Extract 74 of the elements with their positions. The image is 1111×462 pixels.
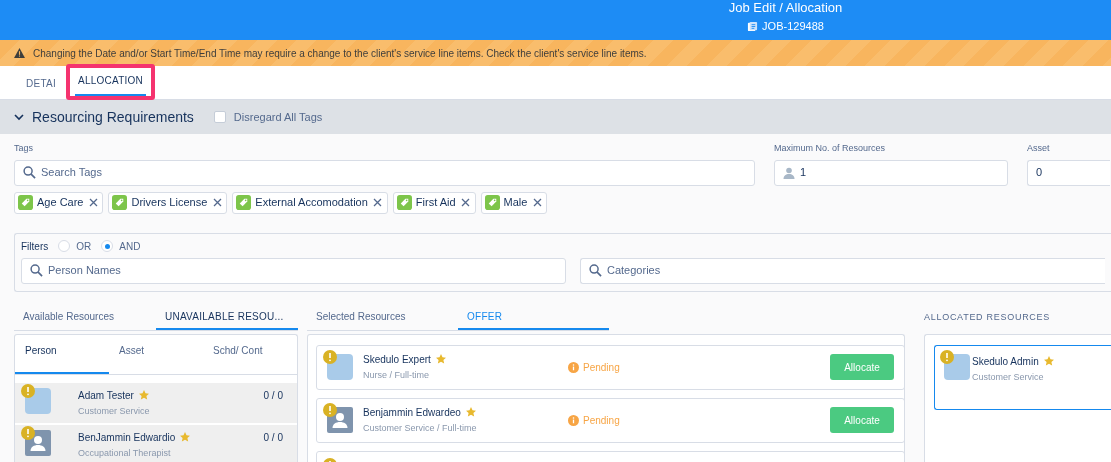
tab[interactable]: Available Resources (14, 304, 156, 330)
tab[interactable]: Asset (109, 334, 203, 374)
resource-name: Skedulo Admin (972, 354, 1039, 369)
tab[interactable]: ALLOCATION (74, 66, 147, 96)
tab[interactable]: Schd/ Cont (203, 334, 297, 374)
status-text: Pending (583, 413, 620, 428)
close-icon (461, 198, 471, 207)
radio-button[interactable] (58, 240, 71, 252)
tab[interactable]: OFFER (458, 304, 609, 330)
tag-pill: Male (480, 191, 548, 214)
tab[interactable]: UNAVAILABLE RESOU... (156, 304, 298, 330)
section-heading: ALLOCATED RESOURCES (924, 310, 1051, 324)
remove-icon[interactable] (371, 196, 384, 209)
warning-text: Changing the Date and/or Start Time/End Time may require a change to the client's service line items. Check the client's service line items. (33, 46, 647, 61)
warning-icon (14, 48, 25, 58)
tag-icon (236, 195, 252, 210)
resource-role: Occupational Therapist (78, 446, 172, 460)
close-icon (212, 198, 222, 207)
resource-name: BenJammin Edwardio (78, 430, 176, 445)
field-label: Maximum No. of Resources (774, 142, 887, 155)
tag-pill: Drivers License (108, 191, 228, 214)
remove-icon[interactable] (211, 196, 224, 209)
page-title: Job Edit / Allocation (728, 0, 843, 16)
resource-role: Customer Service (972, 370, 1045, 384)
resource-name: Benjammin Edwardeo (363, 405, 461, 420)
tag-pill: Age Care (14, 191, 104, 214)
tag-icon (112, 195, 128, 210)
job-icon (747, 20, 759, 32)
remove-icon[interactable] (87, 196, 100, 209)
remove-icon[interactable] (459, 196, 472, 209)
tag-icon (18, 195, 33, 210)
search-field[interactable]: Categories (580, 257, 1105, 284)
field-label: Tags (14, 142, 34, 155)
search-icon (23, 166, 36, 179)
resource-count: 0 / 0 (263, 430, 283, 445)
tag-pill: First Aid (392, 191, 476, 214)
checkbox-label: Disregard All Tags (233, 109, 323, 125)
resource-detail: Nurse / Full-time (363, 368, 430, 382)
search-icon (30, 264, 43, 277)
person-icon (783, 166, 795, 179)
input-field[interactable]: 1 (774, 159, 1008, 186)
search-field[interactable]: Search Tags (14, 159, 755, 186)
tag-icon (396, 195, 412, 210)
radio-label: AND (119, 239, 141, 254)
tab[interactable]: Person (15, 334, 109, 374)
resource-name: Skedulo Expert (363, 352, 431, 367)
info-icon (568, 361, 579, 373)
tab[interactable]: Selected Resources (307, 304, 458, 330)
field-label: Asset (1027, 142, 1051, 155)
close-icon (373, 198, 383, 207)
search-icon (589, 264, 602, 277)
info-icon (568, 414, 579, 426)
checkbox[interactable] (213, 111, 226, 123)
close-icon (89, 198, 98, 207)
job-number: JOB-129488 (762, 19, 824, 34)
input-field[interactable]: 0 (1027, 159, 1110, 186)
allocated-card[interactable]: Skedulo Admin Customer Service (934, 344, 1111, 410)
section-title: Resourcing Requirements (32, 107, 194, 127)
tab[interactable]: DETAI (23, 69, 59, 99)
search-field[interactable]: Person Names (21, 257, 566, 284)
resource-role: Customer Service (78, 404, 151, 418)
tag-icon (484, 195, 500, 210)
filter-label: Filters (21, 239, 49, 254)
resource-row[interactable]: Adam Tester Customer Service 0 / 0 (15, 382, 297, 423)
radio-button[interactable] (101, 240, 114, 252)
remove-icon[interactable] (531, 196, 544, 209)
resource-count: 0 / 0 (263, 388, 283, 403)
resource-detail: Customer Service / Full-time (363, 421, 478, 435)
resource-row[interactable]: BenJammin Edwardio Occupational Therapist 0 / 0 (15, 424, 297, 462)
close-icon (532, 198, 542, 207)
radio-label: OR (76, 239, 92, 254)
resource-name: Adam Tester (78, 388, 134, 403)
tag-pill: External Accomodation (232, 191, 388, 214)
status-text: Pending (583, 360, 620, 375)
